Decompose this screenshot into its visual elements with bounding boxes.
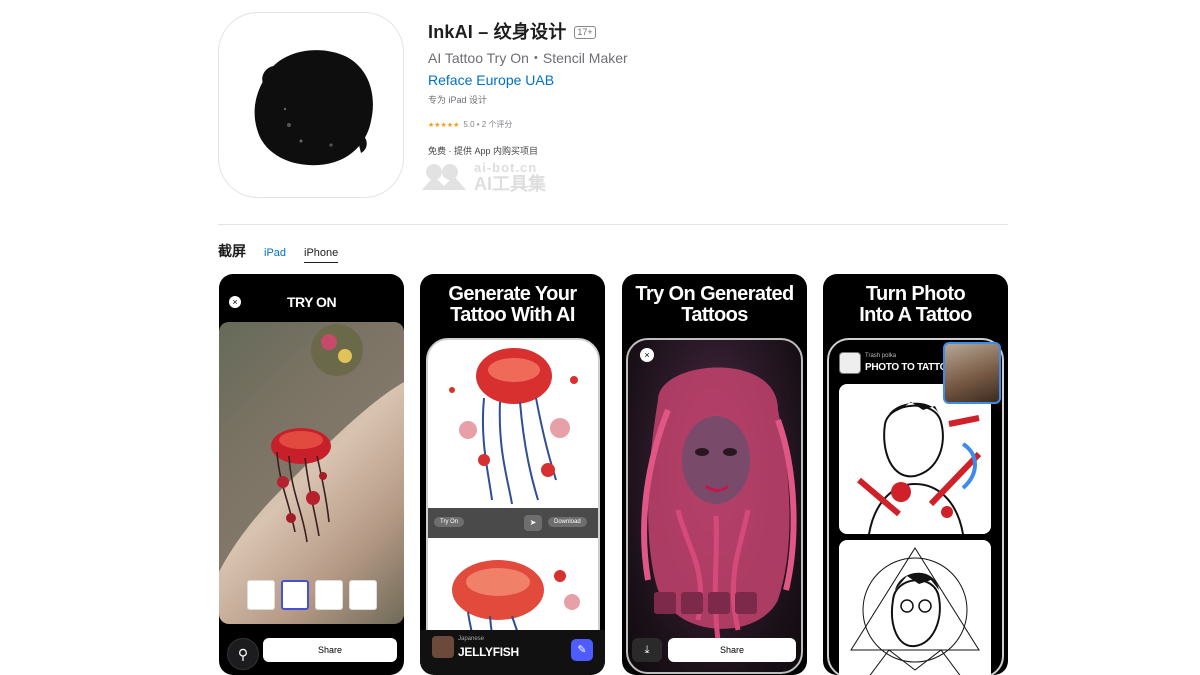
variant-thumbnail[interactable] <box>681 592 703 614</box>
result-card <box>839 384 991 534</box>
screen-title: TRY ON <box>286 294 337 310</box>
headline-line-2: Tattoo With AI <box>450 304 575 326</box>
designed-for-label: 专为 iPad 设计 <box>428 95 488 105</box>
tab-iphone[interactable]: iPhone <box>304 247 339 263</box>
screenshot-try-on[interactable]: × TRY ON ⚲ Share <box>219 274 404 675</box>
portrait-tattoo-image <box>641 367 797 641</box>
tattoo-thumbnail[interactable] <box>349 580 377 610</box>
try-on-button[interactable]: Try On <box>434 517 465 527</box>
style-label: Trash polka <box>865 353 897 359</box>
style-avatar <box>839 352 861 374</box>
download-icon[interactable]: ⤓ <box>632 638 662 662</box>
rating-row: ★★★★★ 5.0 • 2 个评分 <box>428 119 628 130</box>
geometric-portrait-image <box>850 547 980 675</box>
watermark-logo-icon <box>422 164 466 190</box>
variant-thumbnail-list <box>654 592 757 614</box>
trash-polka-portrait-image <box>857 402 982 534</box>
style-avatar <box>432 636 454 658</box>
edit-icon[interactable]: ✎ <box>571 639 593 661</box>
arm-tattoo-photo <box>219 322 404 624</box>
headline-line-1: Turn Photo <box>865 283 966 305</box>
headline: Try On Generated Tattoos <box>622 284 807 326</box>
tattoo-name: JELLYFISH <box>458 645 519 659</box>
headline-line-2: Into A Tattoo <box>859 304 972 326</box>
headline-line-1: Try On Generated <box>635 283 794 305</box>
headline: Turn Photo Into A Tattoo <box>823 284 1008 326</box>
variant-thumbnail[interactable] <box>735 592 757 614</box>
headline-line-2: Tattoos <box>681 304 748 326</box>
screenshot-photo-to-tattoo[interactable]: Turn Photo Into A Tattoo Trash polka PHO… <box>823 274 1008 675</box>
close-icon[interactable]: × <box>640 348 654 362</box>
tattoo-thumbnail-selected[interactable] <box>281 580 309 610</box>
app-title: InkAI – 纹身设计 <box>428 22 567 42</box>
style-label: Japanese <box>458 636 485 642</box>
screenshot-generate[interactable]: Generate Your Tattoo With AI Try On ➤ Do… <box>420 274 605 675</box>
screenshots-title: 截屏 <box>218 243 246 259</box>
app-icon <box>218 12 404 198</box>
watermark-name: AI工具集 <box>474 174 546 194</box>
ink-blob-icon <box>254 50 373 166</box>
variant-thumbnail[interactable] <box>654 592 676 614</box>
headline: Generate Your Tattoo With AI <box>420 284 605 326</box>
developer-link[interactable]: Reface Europe UAB <box>428 72 628 88</box>
share-button[interactable]: Share <box>263 638 397 662</box>
source-photo <box>943 342 1001 404</box>
watermark: ai-bot.cn AI工具集 <box>420 160 546 194</box>
feature-name: PHOTO TO TATTOO <box>865 362 955 373</box>
tab-ipad[interactable]: iPad <box>264 247 286 262</box>
variant-thumbnail[interactable] <box>708 592 730 614</box>
send-icon[interactable]: ➤ <box>524 515 542 531</box>
age-rating-badge: 17+ <box>574 25 596 39</box>
screenshots-header: 截屏 iPad iPhone <box>218 241 339 263</box>
result-card <box>839 540 991 675</box>
headline-line-1: Generate Your <box>448 283 577 305</box>
screenshot-try-on-generated[interactable]: Try On Generated Tattoos × ⤓ Share <box>622 274 807 675</box>
section-divider <box>218 224 1008 225</box>
share-button[interactable]: Share <box>668 638 796 662</box>
download-button[interactable]: Download <box>548 517 587 527</box>
ring-icon[interactable]: ⚲ <box>227 638 259 670</box>
price-label: 免费 · 提供 App 内购买项目 <box>428 146 539 156</box>
rating-text: 5.0 • 2 个评分 <box>463 120 513 129</box>
app-subtitle: AI Tattoo Try On・Stencil Maker <box>428 50 628 66</box>
jellyfish-tattoo-image <box>219 322 404 572</box>
tattoo-thumbnail-list <box>247 580 377 610</box>
phone-frame: Try On ➤ Download <box>426 338 600 675</box>
tattoo-thumbnail[interactable] <box>247 580 275 610</box>
phone-frame <box>626 338 803 674</box>
tattoo-thumbnail[interactable] <box>315 580 343 610</box>
star-rating-icon: ★★★★★ <box>428 121 460 129</box>
